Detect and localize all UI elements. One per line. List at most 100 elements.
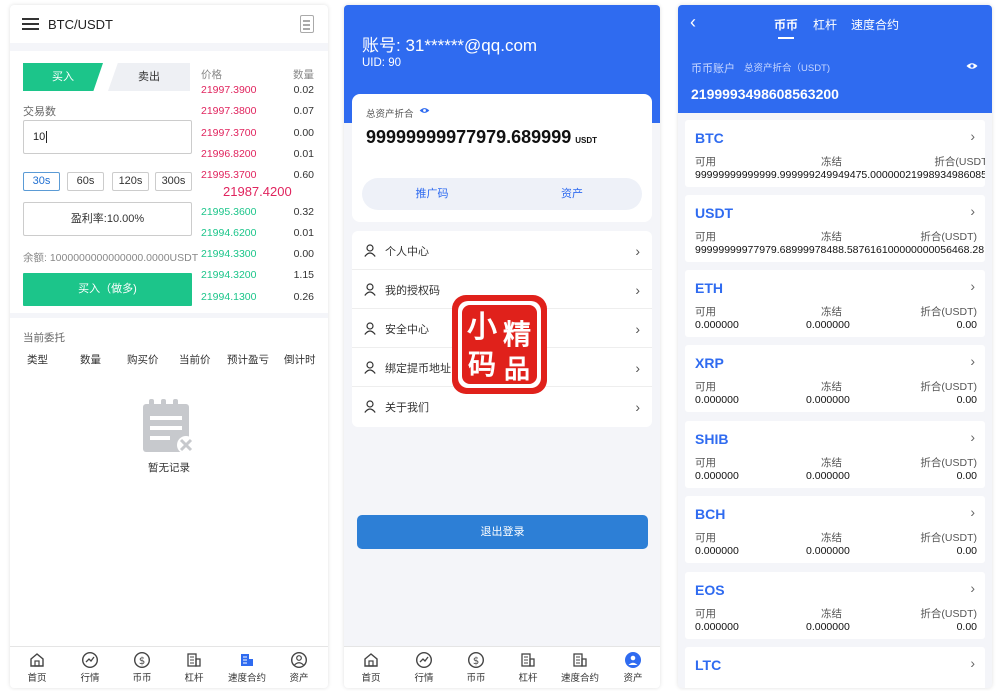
converted-label: 折合(USDT) <box>920 381 977 393</box>
available-label: 可用 <box>695 608 716 620</box>
svg-text:$: $ <box>139 656 145 667</box>
nav-label: 速度合约 <box>560 673 599 684</box>
tab-speed-contract[interactable]: 速度合约 <box>851 16 899 33</box>
frozen-label: 冻结 <box>821 381 842 393</box>
available-value: 0.000000 <box>695 470 739 482</box>
coin-card-btc[interactable]: BTC › 可用 冻结 折合(USDT) 99999999999999.9999… <box>685 120 985 187</box>
frozen-label: 冻结 <box>821 306 842 318</box>
coin-card-eth[interactable]: ETH › 可用 冻结 折合(USDT) 0.000000 0.000000 0… <box>685 270 985 337</box>
nav-market[interactable]: 行情 <box>398 651 450 684</box>
nav-home[interactable]: 首页 <box>11 651 63 684</box>
orders-clipboard-icon[interactable] <box>300 15 314 33</box>
coin-card-eos[interactable]: EOS › 可用 冻结 折合(USDT) 0.000000 0.000000 0… <box>685 572 985 639</box>
empty-records-text: 暂无记录 <box>148 462 190 474</box>
tab-buy[interactable]: 买入 <box>23 63 103 91</box>
pair-title[interactable]: BTC/USDT <box>48 17 113 32</box>
bid-price[interactable]: 21994.1300 <box>201 291 256 303</box>
home-icon <box>364 653 378 667</box>
nav-leverage[interactable]: 杠杆 <box>502 651 554 684</box>
available-label: 可用 <box>695 231 716 243</box>
coin-card-xrp[interactable]: XRP › 可用 冻结 折合(USDT) 0.000000 0.000000 0… <box>685 345 985 412</box>
eye-icon[interactable] <box>966 62 978 70</box>
time-option-30s[interactable]: 30s <box>23 172 60 191</box>
user-circle-active-icon <box>625 652 641 668</box>
wallet-total-label: 总资产折合（USDT) <box>744 63 831 74</box>
tab-sell[interactable]: 卖出 <box>108 63 190 91</box>
building-icon <box>187 653 201 667</box>
converted-label: 折合(USDT) <box>920 306 977 318</box>
chevron-right-icon: › <box>970 128 975 144</box>
time-option-60s[interactable]: 60s <box>67 172 104 191</box>
segment-control: 推广码 资产 <box>362 178 642 210</box>
chevron-right-icon: › <box>970 655 975 671</box>
converted-value: 0.00 <box>956 621 977 633</box>
bid-price[interactable]: 21994.6200 <box>201 227 256 239</box>
frozen-value: 0.000000 <box>806 621 850 633</box>
ask-price[interactable]: 21995.3700 <box>201 169 256 181</box>
nav-speed-contract[interactable]: 速度合约 <box>554 651 606 684</box>
balance-text: 余额: 1000000000000000.0000USDT <box>23 252 199 264</box>
nav-leverage[interactable]: 杠杆 <box>168 651 220 684</box>
nav-label: 行情 <box>80 673 100 684</box>
menu-personal-center[interactable]: 个人中心 › <box>352 231 652 270</box>
nav-assets[interactable]: 资产 <box>607 651 659 684</box>
menu-label: 关于我们 <box>385 402 429 414</box>
tab-assets[interactable]: 资产 <box>502 178 642 210</box>
coin-card-ltc[interactable]: LTC › <box>685 647 985 688</box>
nav-label: 速度合约 <box>227 673 266 684</box>
bid-price[interactable]: 21994.3200 <box>201 269 256 281</box>
orders-col-buy-price: 购买价 <box>127 354 159 366</box>
coin-name: BTC <box>695 130 724 146</box>
chevron-right-icon: › <box>635 399 640 415</box>
trade-form: 买入 卖出 交易数 10 30s 60s 120s 300s 盈利率:10.00… <box>10 51 328 313</box>
nav-spot[interactable]: $ 币币 <box>116 651 168 684</box>
ask-qty: 0.01 <box>293 148 314 160</box>
nav-label: 币币 <box>132 673 152 684</box>
buy-long-button[interactable]: 买入（做多) <box>23 273 192 306</box>
qty-input[interactable]: 10 <box>23 120 192 154</box>
nav-spot[interactable]: $ 币币 <box>450 651 502 684</box>
chevron-right-icon: › <box>970 504 975 520</box>
wallet-panel: ‹ 币币 杠杆 速度合约 币币账户 总资产折合（USDT) 2199993498… <box>678 5 992 688</box>
time-option-120s[interactable]: 120s <box>112 172 149 191</box>
user-icon <box>364 322 376 335</box>
coin-card-usdt[interactable]: USDT › 可用 冻结 折合(USDT) 99999999977979.689… <box>685 195 985 262</box>
bid-price[interactable]: 21994.3300 <box>201 248 256 260</box>
eye-icon[interactable] <box>419 107 430 114</box>
menu-icon[interactable] <box>22 18 39 30</box>
ask-price[interactable]: 21997.3700 <box>201 127 256 139</box>
nav-home[interactable]: 首页 <box>345 651 397 684</box>
tab-leverage[interactable]: 杠杆 <box>813 16 837 33</box>
coin-card-shib[interactable]: SHIB › 可用 冻结 折合(USDT) 0.000000 0.000000 … <box>685 421 985 488</box>
ask-price[interactable]: 21997.3900 <box>201 84 256 96</box>
chevron-right-icon: › <box>970 278 975 294</box>
wallet-total-value: 219999349860856320​0 <box>691 86 839 102</box>
total-asset-label: 总资产折合 <box>366 109 414 120</box>
nav-market[interactable]: 行情 <box>64 651 116 684</box>
nav-label: 首页 <box>361 673 381 684</box>
trend-icon <box>415 651 433 669</box>
ask-qty: 0.60 <box>293 169 314 181</box>
nav-speed-contract[interactable]: 速度合约 <box>221 651 273 684</box>
wallet-summary: 币币账户 总资产折合（USDT) 219999349860856320​0 <box>678 42 992 113</box>
frozen-value: 0.000000 <box>806 545 850 557</box>
nav-assets[interactable]: 资产 <box>273 651 325 684</box>
back-arrow-icon[interactable]: ‹ <box>690 12 696 33</box>
ask-price[interactable]: 21996.8200 <box>201 148 256 160</box>
trade-header: BTC/USDT <box>10 5 328 43</box>
logout-button[interactable]: 退出登录 <box>357 515 648 549</box>
converted-label: 折合(USDT) <box>920 608 977 620</box>
converted-value: 0.00 <box>956 470 977 482</box>
tab-spot[interactable]: 币币 <box>774 16 798 39</box>
frozen-label: 冻结 <box>821 532 842 544</box>
coin-card-bch[interactable]: BCH › 可用 冻结 折合(USDT) 0.000000 0.000000 0… <box>685 496 985 563</box>
ask-price[interactable]: 21997.3800 <box>201 105 256 117</box>
menu-label: 绑定提币地址 <box>385 363 451 375</box>
frozen-value: 0.000000 <box>806 394 850 406</box>
bid-price[interactable]: 21995.3600 <box>201 206 256 218</box>
nav-label: 杠杆 <box>518 673 538 684</box>
tab-referral-code[interactable]: 推广码 <box>362 178 502 210</box>
bid-qty: 0.01 <box>293 227 314 239</box>
time-option-300s[interactable]: 300s <box>155 172 192 191</box>
user-icon <box>364 400 376 413</box>
